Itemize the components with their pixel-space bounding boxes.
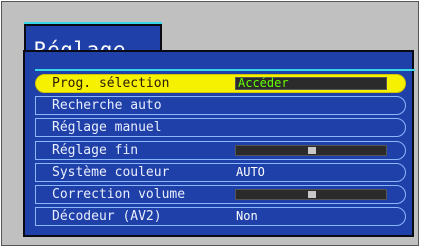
menu-item-label: Prog. sélection	[52, 76, 170, 91]
menu-item-recherche-auto[interactable]: Recherche auto	[35, 96, 406, 115]
menu-item-reglage-manuel[interactable]: Réglage manuel	[35, 118, 406, 137]
menu-item-label: Correction volume	[52, 187, 186, 202]
menu-top-line	[35, 69, 415, 71]
menu-item-label: Décodeur (AV2)	[52, 209, 162, 224]
systeme-couleur-value: AUTO	[236, 165, 265, 179]
menu-item-label: Recherche auto	[52, 98, 162, 113]
reglage-fin-slider[interactable]	[235, 145, 387, 156]
correction-volume-slider-knob[interactable]	[308, 191, 316, 198]
tv-screen-frame: Réglage Prog. sélection Accéder Recherch…	[1, 1, 419, 246]
prog-selection-value: Accéder	[238, 76, 289, 90]
menu-item-label: Réglage manuel	[52, 120, 162, 135]
menu-item-correction-volume[interactable]: Correction volume	[35, 185, 406, 204]
menu-item-prog-selection[interactable]: Prog. sélection Accéder	[35, 74, 406, 93]
menu-item-reglage-fin[interactable]: Réglage fin	[35, 141, 406, 160]
menu-item-decodeur-av2[interactable]: Décodeur (AV2) Non	[35, 207, 406, 226]
decodeur-av2-value: Non	[236, 209, 258, 223]
menu-item-label: Système couleur	[52, 165, 170, 180]
prog-selection-value-box[interactable]: Accéder	[235, 76, 387, 90]
correction-volume-slider[interactable]	[235, 189, 387, 200]
menu-item-label: Réglage fin	[52, 143, 139, 158]
menu-item-systeme-couleur[interactable]: Système couleur AUTO	[35, 163, 406, 182]
reglage-fin-slider-knob[interactable]	[308, 147, 316, 154]
